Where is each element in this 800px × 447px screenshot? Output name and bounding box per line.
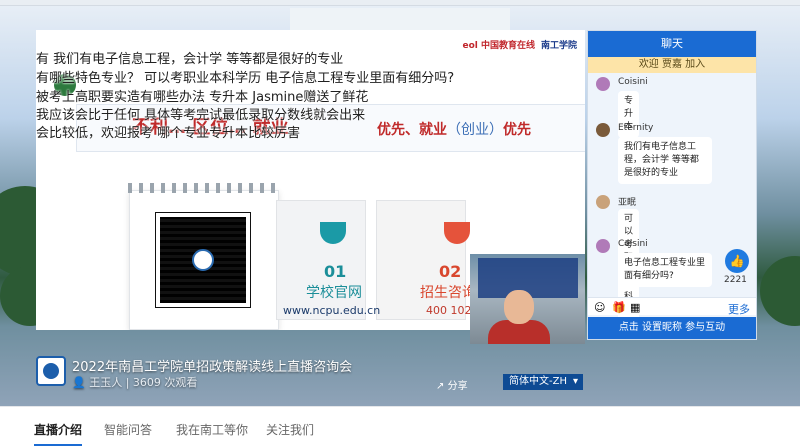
like-count: 2221	[724, 275, 747, 285]
chat-bubble: 电子信息工程专业里面有细分吗?	[618, 253, 712, 287]
partner-logos: eol 中国教育在线 南工学院	[462, 38, 577, 51]
like-button[interactable]: 👍	[725, 249, 749, 273]
website-url: www.ncpu.edu.cn	[283, 304, 381, 317]
slide-headline-tail: 优先、就业（创业）优先	[377, 122, 531, 138]
qr-center-logo-icon	[192, 249, 214, 271]
step-title: 招生咨询	[420, 285, 476, 301]
calendar-icon[interactable]: ▦	[630, 301, 640, 314]
live-meta: 👤 王玉人 | 3609 次观看	[72, 376, 198, 389]
chat-nick: Eternity	[618, 123, 654, 133]
emoji-icon[interactable]: ☺	[594, 301, 605, 314]
danmaku-comment: 被考上高职要实造有哪些办法 专升本 Jasmine赠送了鲜花	[36, 90, 369, 105]
user-avatar	[596, 123, 610, 137]
live-info-bar: 2022年南昌工学院单招政策解读线上直播咨询会 👤 王玉人 | 3609 次观看…	[36, 352, 506, 392]
user-avatar	[596, 239, 610, 253]
set-nickname-button[interactable]: 点击 设置昵称 参与互动	[588, 317, 756, 339]
step-title: 学校官网	[306, 285, 362, 301]
danmaku-comment: 会比较低，欢迎报考 哪个专业专升本比较厉害	[36, 126, 301, 141]
qr-card	[128, 183, 280, 330]
chat-nick: 亚眠	[618, 198, 637, 208]
welcome-banner: 欢迎 贾嘉 加入	[588, 57, 756, 73]
chat-nick: Coisini	[618, 77, 648, 87]
tab-smart-qa[interactable]: 智能问答	[104, 421, 152, 438]
chat-bubble: 我们有电子信息工程，会计学 等等都是很好的专业	[618, 137, 712, 184]
school-logo: 南工学院	[540, 41, 577, 51]
host-name: 王玉人	[89, 376, 123, 389]
share-button[interactable]: ↗ 分享	[436, 377, 468, 392]
tab-live-intro[interactable]: 直播介绍	[34, 421, 83, 446]
bookmark-icon	[444, 222, 470, 244]
channel-avatar[interactable]	[36, 356, 66, 386]
share-icon: ↗	[436, 381, 445, 392]
eol-logo: eol 中国教育在线	[462, 41, 535, 51]
user-icon: 👤	[72, 376, 86, 389]
step-card-2	[376, 200, 466, 320]
chat-toolbar: ☺ 🎁 ▦ 更多	[588, 297, 756, 317]
chat-panel: 聊天 欢迎 贾嘉 加入 Coisini 专升本 Eternity 我们有电子信息…	[587, 30, 757, 340]
danmaku-comment: 有哪些特色专业？ 可以考职业本科学历 电子信息工程专业里面有细分吗?	[36, 71, 455, 86]
chat-header[interactable]: 聊天	[588, 31, 756, 57]
step-number: 01	[324, 262, 347, 281]
chat-nick: Coisini	[618, 239, 648, 249]
tab-follow-us[interactable]: 关注我们	[266, 421, 314, 438]
danmaku-comment: 我应该会比于任何 具体等考完试最低录取分数线就会出来	[36, 108, 366, 123]
live-title: 2022年南昌工学院单招政策解读线上直播咨询会	[72, 360, 353, 375]
gift-icon[interactable]: 🎁	[612, 301, 626, 314]
page-tabs: 直播介绍 智能问答 我在南工等你 关注我们	[0, 406, 800, 447]
step-number: 02	[439, 262, 462, 281]
step-card-1	[276, 200, 366, 320]
user-avatar	[596, 195, 610, 209]
view-count: 3609 次观看	[132, 376, 198, 389]
presenter-webcam[interactable]	[470, 254, 585, 344]
language-select[interactable]: 简体中文-ZH	[503, 374, 583, 390]
user-avatar	[596, 77, 610, 91]
tab-waiting[interactable]: 我在南工等你	[176, 421, 248, 438]
more-button[interactable]: 更多	[728, 301, 750, 317]
danmaku-comment: 有 我们有电子信息工程，会计学 等等都是很好的专业	[36, 52, 344, 67]
